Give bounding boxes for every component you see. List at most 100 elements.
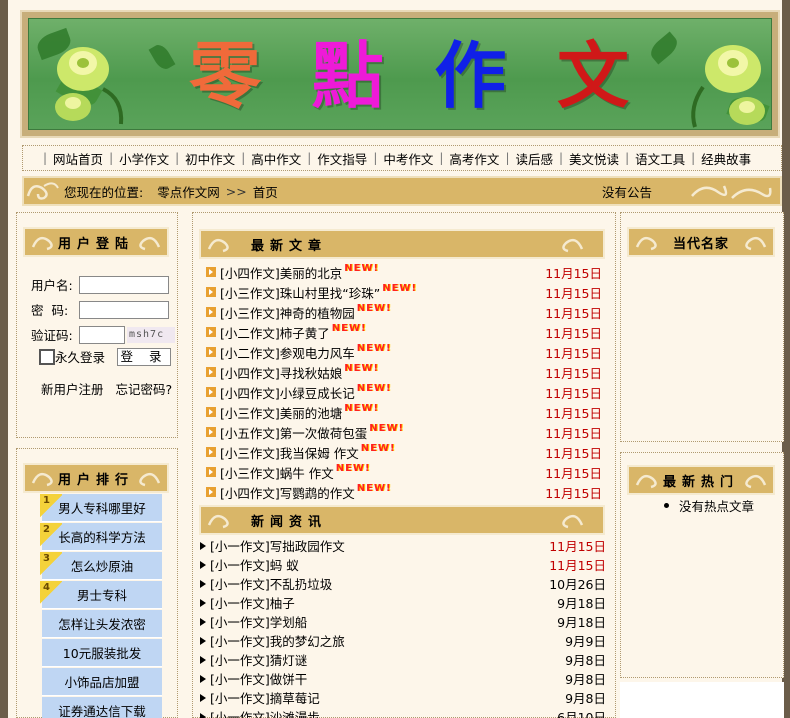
breadcrumb-site-link[interactable]: 零点作文网 xyxy=(157,182,220,201)
captcha-image[interactable]: msh7c xyxy=(127,326,175,343)
new-badge-icon: NEW! xyxy=(356,302,392,314)
captcha-row: 验证码: msh7c xyxy=(31,325,175,344)
nav-item[interactable]: 中考作文 xyxy=(377,149,439,168)
news-row[interactable]: [小一作文]柚子 9月18日 xyxy=(200,593,608,612)
remember-checkbox[interactable] xyxy=(39,348,55,365)
news-row[interactable]: [小一作文]学划船 9月18日 xyxy=(200,612,608,631)
latest-article-row[interactable]: [小四作文]小绿豆成长记 NEW! 11月15日 xyxy=(206,382,606,402)
latest-article-row[interactable]: [小五作文]第一次做荷包蛋 NEW! 11月15日 xyxy=(206,422,606,442)
news-date: 9月18日 xyxy=(557,615,606,630)
forgot-password-link[interactable]: 忘记密码? xyxy=(116,379,173,398)
nav-item[interactable]: 高考作文 xyxy=(443,149,505,168)
ranking-item[interactable]: 证券通达信下载 xyxy=(42,697,162,718)
article-title[interactable]: [小四作文]写鹦鹉的作文 xyxy=(220,483,355,502)
login-title-bar: 用户登陆 xyxy=(23,227,169,257)
remember-label: 永久登录 xyxy=(55,350,106,365)
news-row[interactable]: [小一作文]沙滩漫步 6月10日 xyxy=(200,707,608,718)
article-date: 11月15日 xyxy=(545,345,602,361)
nav-item[interactable]: 语文工具 xyxy=(629,149,691,168)
captcha-input[interactable] xyxy=(79,325,125,344)
ranking-item[interactable]: 1 男人专科哪里好 xyxy=(40,494,162,522)
latest-article-row[interactable]: [小四作文]寻找秋姑娘 NEW! 11月15日 xyxy=(206,362,606,382)
news-row[interactable]: [小一作文]猜灯谜 9月8日 xyxy=(200,650,608,669)
news-title[interactable]: [小一作文]写拙政园作文 xyxy=(210,536,345,555)
username-input[interactable] xyxy=(79,275,169,294)
latest-article-row[interactable]: [小四作文]美丽的北京 NEW! 11月15日 xyxy=(206,262,606,282)
nav-item[interactable]: 小学作文 xyxy=(113,149,175,168)
ranking-item-label: 证券通达信下载 xyxy=(58,704,146,718)
bullet-icon xyxy=(664,503,669,508)
nav-item[interactable]: 读后感 xyxy=(509,149,559,168)
latest-article-row[interactable]: [小三作文]美丽的池塘 NEW! 11月15日 xyxy=(206,402,606,422)
article-title[interactable]: [小三作文]珠山村里找“珍珠” xyxy=(220,283,380,302)
news-title[interactable]: [小一作文]做饼干 xyxy=(210,669,307,688)
news-title[interactable]: [小一作文]我的梦幻之旅 xyxy=(210,631,345,650)
news-title[interactable]: [小一作文]不乱扔垃圾 xyxy=(210,574,332,593)
ranking-item[interactable]: 4 男士专科 xyxy=(40,581,162,609)
news-row[interactable]: [小一作文]我的梦幻之旅 9月9日 xyxy=(200,631,608,650)
article-title[interactable]: [小五作文]第一次做荷包蛋 xyxy=(220,423,367,442)
famous-title-bar: 当代名家 xyxy=(627,227,775,257)
news-title[interactable]: [小一作文]柚子 xyxy=(210,593,295,612)
ranking-item[interactable]: 10元服装批发 xyxy=(42,639,162,667)
arrow-right-icon xyxy=(200,541,206,550)
ranking-item[interactable]: 小饰品店加盟 xyxy=(42,668,162,696)
nav-item[interactable]: 经典故事 xyxy=(695,149,757,168)
news-row[interactable]: [小一作文]写拙政园作文 11月15日 xyxy=(200,536,608,555)
leaf-icon xyxy=(148,41,176,73)
latest-article-row[interactable]: [小三作文]我当保姆 作文 NEW! 11月15日 xyxy=(206,442,606,462)
captcha-label: 验证码: xyxy=(31,328,73,343)
article-title[interactable]: [小四作文]美丽的北京 xyxy=(220,263,342,282)
login-button[interactable]: 登 录 xyxy=(117,347,172,366)
latest-article-row[interactable]: [小二作文]参观电力风车 NEW! 11月15日 xyxy=(206,342,606,362)
swirl-ornament-icon xyxy=(31,472,53,487)
latest-article-row[interactable]: [小二作文]柿子黄了 NEW! 11月15日 xyxy=(206,322,606,342)
rank-number-badge: 3 xyxy=(40,552,62,576)
article-title[interactable]: [小三作文]蜗牛 作文 xyxy=(220,463,334,482)
latest-article-row[interactable]: [小四作文]写鹦鹉的作文 NEW! 11月15日 xyxy=(206,482,606,502)
latest-article-row[interactable]: [小三作文]珠山村里找“珍珠” NEW! 11月15日 xyxy=(206,282,606,302)
new-badge-icon: NEW! xyxy=(356,482,392,494)
article-title[interactable]: [小四作文]小绿豆成长记 xyxy=(220,383,355,402)
login-title: 用户登陆 xyxy=(57,236,134,252)
article-title[interactable]: [小二作文]参观电力风车 xyxy=(220,343,355,362)
news-row[interactable]: [小一作文]不乱扔垃圾 10月26日 xyxy=(200,574,608,593)
news-title[interactable]: [小一作文]摘草莓记 xyxy=(210,688,320,707)
login-panel: 用户登陆 用户名: 密 码: 验证码: msh7c 永久登录 登 录 新用户注册… xyxy=(16,212,178,438)
password-input[interactable] xyxy=(79,300,169,319)
nav-item[interactable]: 高中作文 xyxy=(245,149,307,168)
announcement-text: 没有公告 xyxy=(602,184,653,200)
latest-article-row[interactable]: [小三作文]蜗牛 作文 NEW! 11月15日 xyxy=(206,462,606,482)
nav-item[interactable]: 美文悦读 xyxy=(563,149,625,168)
news-row[interactable]: [小一作文]摘草莓记 9月8日 xyxy=(200,688,608,707)
nav-item[interactable]: 作文指导 xyxy=(311,149,373,168)
nav-item[interactable]: 初中作文 xyxy=(179,149,241,168)
article-date: 11月15日 xyxy=(545,465,602,481)
article-bullet-icon xyxy=(206,467,216,477)
news-title[interactable]: [小一作文]猜灯谜 xyxy=(210,650,307,669)
page: 零 點 作 文 | 网站首页 | 小学作文 | 初中作文 | 高中作文 | 作文指导 | 中考作文 | 高… xyxy=(0,0,790,718)
breadcrumb-current: 首页 xyxy=(252,184,278,200)
news-row[interactable]: [小一作文]做饼干 9月8日 xyxy=(200,669,608,688)
ranking-item[interactable]: 3 怎么炒原油 xyxy=(40,552,162,580)
latest-title: 最新文章 xyxy=(251,238,328,254)
article-bullet-icon xyxy=(206,407,216,417)
article-title[interactable]: [小三作文]美丽的池塘 xyxy=(220,403,342,422)
article-title[interactable]: [小三作文]神奇的植物园 xyxy=(220,303,355,322)
article-title[interactable]: [小二作文]柿子黄了 xyxy=(220,323,330,342)
ranking-item[interactable]: 2 长高的科学方法 xyxy=(40,523,162,551)
news-row[interactable]: [小一作文]蚂 蚁 11月15日 xyxy=(200,555,608,574)
news-title[interactable]: [小一作文]沙滩漫步 xyxy=(210,707,320,718)
article-date: 11月15日 xyxy=(545,385,602,401)
article-bullet-icon xyxy=(206,347,216,357)
article-title[interactable]: [小四作文]寻找秋姑娘 xyxy=(220,363,342,382)
hot-title-bar: 最新热门 xyxy=(627,465,775,495)
register-link[interactable]: 新用户注册 xyxy=(41,379,104,398)
news-title[interactable]: [小一作文]蚂 蚁 xyxy=(210,555,299,574)
news-title[interactable]: [小一作文]学划船 xyxy=(210,612,307,631)
article-title[interactable]: [小三作文]我当保姆 作文 xyxy=(220,443,359,462)
latest-article-row[interactable]: [小三作文]神奇的植物园 NEW! 11月15日 xyxy=(206,302,606,322)
ranking-item[interactable]: 怎样让头发浓密 xyxy=(42,610,162,638)
swirl-ornament-icon xyxy=(562,238,584,253)
nav-item[interactable]: 网站首页 xyxy=(47,149,109,168)
